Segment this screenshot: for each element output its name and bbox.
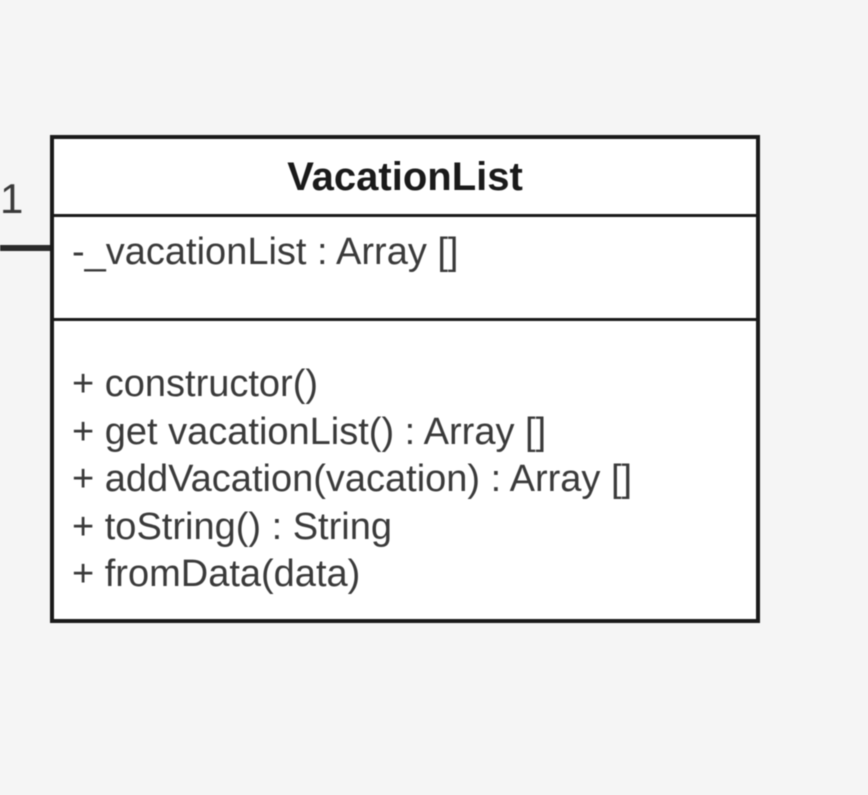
operation-row: + toString() : String xyxy=(72,504,738,552)
operation-row: + fromData(data) xyxy=(72,551,738,599)
uml-class-box: VacationList -_vacationList : Array [] +… xyxy=(50,135,760,623)
association-connector xyxy=(0,245,50,251)
class-name: VacationList xyxy=(54,139,756,217)
operation-row: + get vacationList() : Array [] xyxy=(72,409,738,457)
operation-row: + constructor() xyxy=(72,361,738,409)
multiplicity-label: 1 xyxy=(0,175,23,223)
operation-row: + addVacation(vacation) : Array [] xyxy=(72,456,738,504)
attributes-compartment: -_vacationList : Array [] xyxy=(54,217,756,321)
attribute-row: -_vacationList : Array [] xyxy=(72,231,738,274)
uml-class: VacationList -_vacationList : Array [] +… xyxy=(50,135,760,623)
operations-compartment: + constructor() + get vacationList() : A… xyxy=(54,321,756,619)
